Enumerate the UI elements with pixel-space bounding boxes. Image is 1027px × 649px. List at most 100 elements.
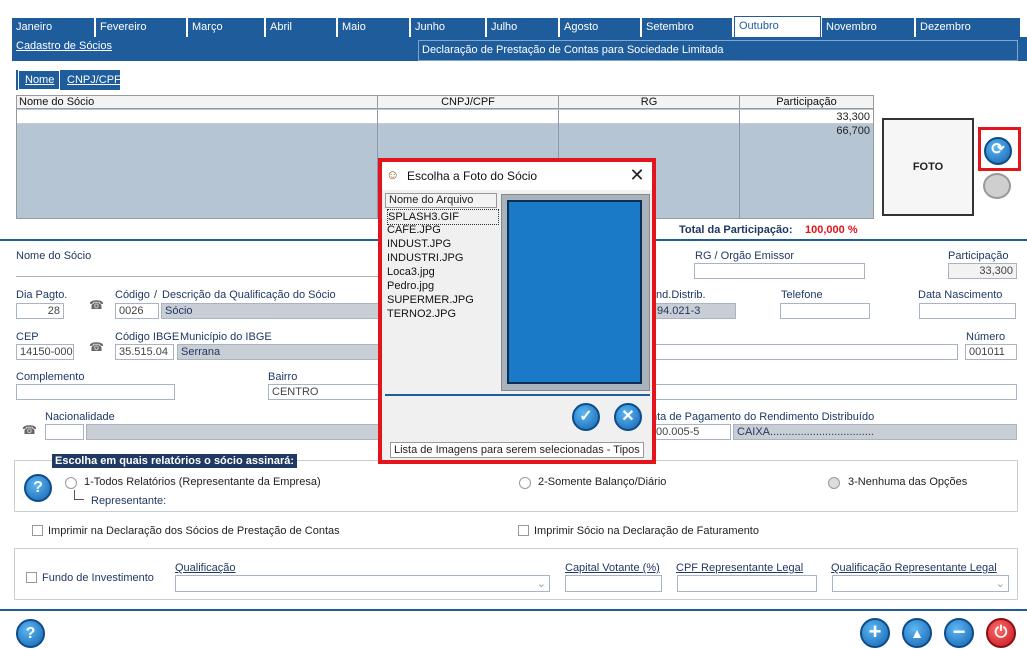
month-tab-janeiro[interactable]: Janeiro bbox=[12, 18, 95, 37]
month-tab-junho[interactable]: Junho bbox=[411, 18, 486, 37]
list-item[interactable]: TERNO2.JPG bbox=[387, 307, 456, 321]
grid-header-participacao[interactable]: Participação bbox=[740, 96, 873, 109]
option-2-radio[interactable] bbox=[519, 477, 531, 489]
grid-header-nome[interactable]: Nome do Sócio bbox=[17, 96, 378, 109]
month-tab-outubro[interactable]: Outubro bbox=[734, 16, 821, 39]
month-tab-abril[interactable]: Abril bbox=[266, 18, 337, 37]
qualificacao-select[interactable]: ⌄ bbox=[175, 575, 550, 592]
chevron-down-icon: ⌄ bbox=[536, 578, 546, 590]
subtab-cnpj[interactable]: CNPJ/CPF bbox=[62, 70, 121, 90]
descricao-label: Descrição da Qualificação do Sócio bbox=[162, 289, 336, 301]
municipio-field: Serrana bbox=[177, 344, 381, 360]
dia-pagto-field[interactable]: 28 bbox=[16, 303, 64, 319]
lookup-icon[interactable]: ☎ bbox=[89, 340, 104, 354]
codigo-field[interactable]: 0026 bbox=[115, 303, 159, 319]
month-tab-maio[interactable]: Maio bbox=[338, 18, 410, 37]
cancel-button[interactable]: ✕ bbox=[614, 403, 642, 431]
list-item[interactable]: INDUST.JPG bbox=[387, 237, 451, 251]
representante-label: Representante: bbox=[91, 495, 167, 507]
nome-socio-field[interactable] bbox=[16, 263, 381, 277]
month-tab-julho[interactable]: Julho bbox=[487, 18, 559, 37]
confirm-button[interactable]: ✓ bbox=[572, 403, 600, 431]
bairro-label: Bairro bbox=[268, 371, 298, 383]
ibge-field[interactable]: 35.515.04 bbox=[115, 344, 174, 360]
list-item[interactable]: Pedro.jpg bbox=[387, 279, 434, 293]
list-item[interactable]: INDUSTRI.JPG bbox=[387, 251, 463, 265]
grid-header-rg[interactable]: RG bbox=[559, 96, 740, 109]
option-3-radio[interactable] bbox=[828, 477, 840, 489]
qualificacao-label: Qualificação bbox=[175, 562, 236, 574]
nascimento-field[interactable] bbox=[919, 303, 1016, 319]
complemento-field[interactable] bbox=[16, 384, 175, 400]
x-icon: ✕ bbox=[621, 408, 635, 425]
month-tab-agosto[interactable]: Agosto bbox=[560, 18, 641, 37]
rg-field[interactable] bbox=[694, 263, 865, 279]
imprimir-faturamento-checkbox[interactable] bbox=[518, 525, 529, 536]
dia-pagto-label: Dia Pagto. bbox=[16, 289, 68, 301]
remove-button[interactable]: − bbox=[944, 618, 974, 648]
option-3-label: 3-Nenhuma das Opções bbox=[848, 476, 968, 488]
telefone-field[interactable] bbox=[780, 303, 870, 319]
participacao-label: Participação bbox=[948, 250, 1009, 262]
nascimento-label: Data Nascimento bbox=[918, 289, 1003, 301]
nacionalidade-code-field[interactable] bbox=[45, 424, 84, 440]
list-item[interactable]: CAFE.JPG bbox=[387, 223, 441, 237]
numero-field[interactable]: 001011 bbox=[965, 344, 1017, 360]
help-icon: ? bbox=[33, 479, 43, 496]
slash-label: / bbox=[154, 289, 158, 301]
help-icon: ? bbox=[25, 625, 36, 642]
imprimir-declaracao-checkbox[interactable] bbox=[32, 525, 43, 536]
grid-header-cnpj[interactable]: CNPJ/CPF bbox=[378, 96, 559, 109]
ind-distrib-field: 94.021-3 bbox=[653, 303, 736, 319]
month-tab-setembro[interactable]: Setembro bbox=[642, 18, 733, 37]
municipio-label: Município do IBGE bbox=[180, 331, 272, 343]
month-tab-marco[interactable]: Março bbox=[188, 18, 265, 37]
tab-declaracao[interactable]: Declaração de Prestação de Contas para S… bbox=[418, 40, 1018, 61]
cpf-rep-field[interactable] bbox=[677, 575, 817, 592]
representante-field[interactable] bbox=[168, 492, 300, 510]
add-button[interactable]: + bbox=[860, 618, 890, 648]
complemento-label: Complemento bbox=[16, 371, 85, 383]
month-tab-novembro[interactable]: Novembro bbox=[822, 18, 915, 37]
footer-divider bbox=[0, 609, 1027, 611]
month-tab-fevereiro[interactable]: Fevereiro bbox=[96, 18, 187, 37]
plus-icon: + bbox=[868, 619, 882, 644]
cep-field[interactable]: 14150-000 bbox=[16, 344, 74, 360]
conta-field[interactable]: 00.005-5 bbox=[652, 424, 731, 440]
cpf-rep-label: CPF Representante Legal bbox=[676, 562, 804, 574]
check-icon: ✓ bbox=[579, 408, 593, 425]
cidade-field[interactable] bbox=[653, 384, 1017, 400]
refresh-icon: ⟳ bbox=[991, 141, 1005, 158]
participacao-field[interactable]: 33,300 bbox=[948, 263, 1017, 279]
minus-icon: − bbox=[952, 619, 966, 644]
cep-label: CEP bbox=[16, 331, 39, 343]
list-item[interactable]: SUPERMER.JPG bbox=[387, 293, 474, 307]
fundo-box bbox=[14, 548, 1018, 600]
endereco-field[interactable] bbox=[653, 344, 958, 360]
descricao-field: Sócio bbox=[161, 303, 381, 319]
list-item[interactable]: Loca3.jpg bbox=[387, 265, 435, 279]
bairro-field[interactable]: CENTRO bbox=[268, 384, 381, 400]
tree-connector bbox=[74, 490, 84, 500]
photo-secondary-icon[interactable] bbox=[983, 173, 1011, 199]
codigo-label: Código bbox=[115, 289, 150, 301]
help-button[interactable]: ? bbox=[24, 474, 52, 502]
lookup-icon[interactable]: ☎ bbox=[89, 298, 104, 312]
close-icon[interactable]: ✕ bbox=[629, 164, 645, 186]
lookup-icon[interactable]: ☎ bbox=[22, 423, 37, 437]
capital-field[interactable] bbox=[565, 575, 662, 592]
ind-distrib-label: Ind.Distrib. bbox=[653, 289, 706, 301]
grid-cell-participacao: 33,300 bbox=[836, 111, 870, 123]
help-footer-button[interactable]: ? bbox=[16, 619, 45, 648]
photo-label: FOTO bbox=[912, 161, 944, 173]
fundo-checkbox[interactable] bbox=[26, 572, 37, 583]
option-1-radio[interactable] bbox=[65, 477, 77, 489]
qual-rep-select[interactable]: ⌄ bbox=[832, 575, 1009, 592]
up-button[interactable]: ▲ bbox=[902, 618, 932, 648]
select-photo-button[interactable]: ⟳ bbox=[984, 137, 1012, 165]
tab-cadastro-socios[interactable]: Cadastro de Sócios bbox=[16, 40, 112, 52]
power-button[interactable]: ⏻ bbox=[986, 618, 1016, 648]
file-list-header[interactable]: Nome do Arquivo bbox=[385, 193, 497, 208]
month-tab-dezembro[interactable]: Dezembro bbox=[916, 18, 1021, 37]
subtab-nome[interactable]: Nome bbox=[18, 70, 60, 90]
